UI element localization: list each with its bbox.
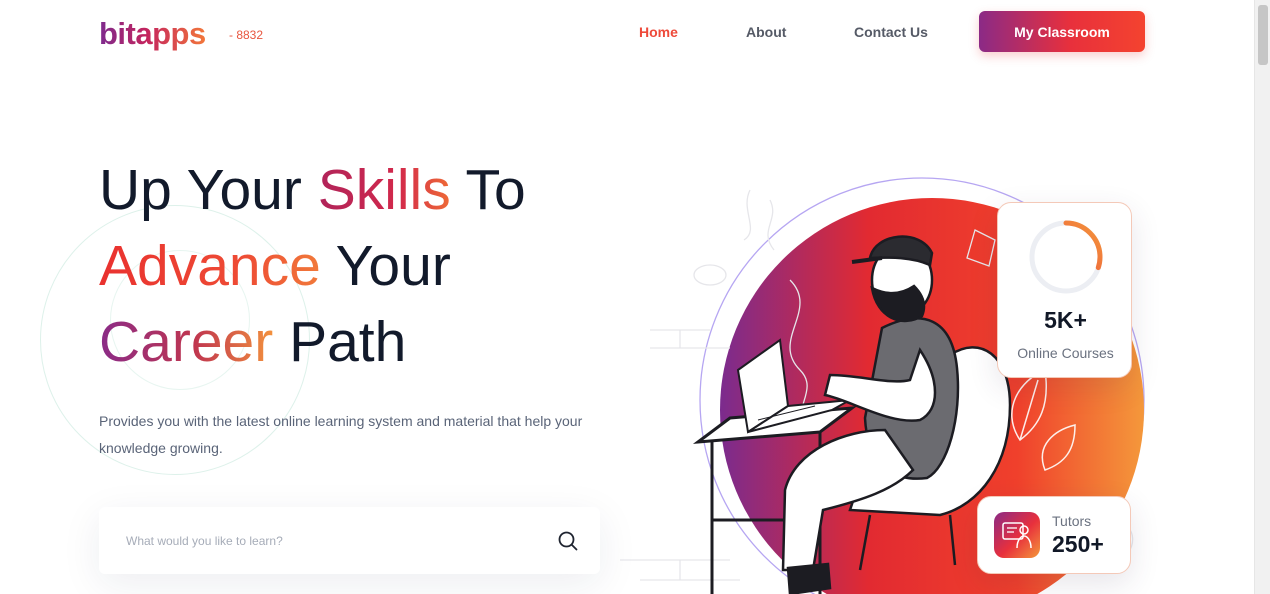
- tutors-label: Tutors: [1052, 513, 1092, 529]
- nav-home-link[interactable]: Home: [639, 24, 678, 40]
- heading-highlight-advance: Advance: [99, 234, 321, 298]
- course-search-box: [99, 507, 600, 574]
- heading-text: Up Your: [99, 158, 318, 222]
- hero-description: Provides you with the latest online lear…: [99, 413, 583, 456]
- page-scrollbar[interactable]: [1254, 0, 1270, 594]
- bitapps-logo[interactable]: bitapps: [99, 14, 206, 54]
- my-classroom-button[interactable]: My Classroom: [979, 11, 1145, 52]
- courses-count: 5K+: [1044, 307, 1087, 333]
- online-courses-card: 5K+ Online Courses: [997, 202, 1132, 378]
- tutors-count: 250+: [1052, 531, 1104, 557]
- search-input[interactable]: [126, 529, 526, 553]
- site-header: bitapps - 8832 Home About Contact Us My …: [0, 0, 1254, 64]
- heading-text: Path: [273, 310, 407, 374]
- scrollbar-thumb[interactable]: [1258, 5, 1268, 65]
- logo-suffix: - 8832: [229, 28, 264, 42]
- nav-contact-link[interactable]: Contact Us: [854, 24, 928, 40]
- hero-heading: Up Your Skills To Advance Your Career Pa…: [99, 152, 659, 380]
- search-icon: [558, 531, 578, 551]
- heading-text: To: [450, 158, 526, 222]
- progress-ring: [1029, 220, 1103, 294]
- tutor-icon: [994, 512, 1040, 558]
- heading-highlight-skills: Skills: [317, 158, 451, 222]
- tutors-card: Tutors 250+: [977, 496, 1131, 574]
- heading-highlight-career: Career: [99, 310, 274, 374]
- search-button[interactable]: [554, 527, 582, 555]
- courses-label: Online Courses: [1017, 345, 1114, 361]
- heading-text: Your: [320, 234, 451, 298]
- nav-about-link[interactable]: About: [746, 24, 786, 40]
